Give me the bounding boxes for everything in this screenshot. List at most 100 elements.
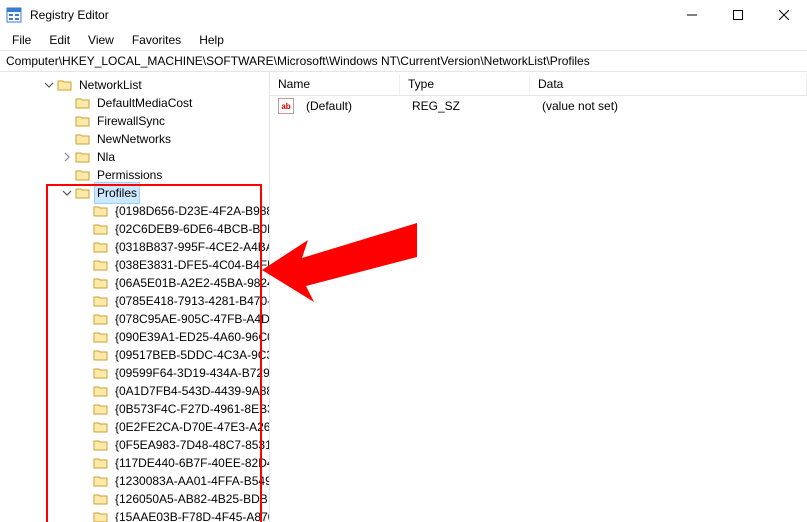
tree-node-networklist[interactable]: NetworkList bbox=[0, 76, 269, 94]
folder-icon bbox=[93, 419, 109, 435]
tree-node-profile[interactable]: {0785E418-7913-4281-B470- bbox=[0, 292, 269, 310]
tree-node-profile[interactable]: {126050A5-AB82-4B25-BDB bbox=[0, 490, 269, 508]
window-controls bbox=[669, 0, 807, 30]
regedit-icon bbox=[6, 7, 22, 23]
menubar: File Edit View Favorites Help bbox=[0, 30, 807, 50]
tree-node-profile[interactable]: {0198D656-D23E-4F2A-B988 bbox=[0, 202, 269, 220]
close-button[interactable] bbox=[761, 0, 807, 30]
menu-favorites[interactable]: Favorites bbox=[124, 31, 189, 49]
window-title: Registry Editor bbox=[30, 8, 669, 22]
registry-tree: NetworkList DefaultMediaCostFirewallSync… bbox=[0, 76, 269, 522]
column-header-name[interactable]: Name bbox=[270, 74, 400, 95]
folder-icon bbox=[93, 473, 109, 489]
tree-label: {090E39A1-ED25-4A60-96C0 bbox=[113, 327, 270, 347]
tree-node-profile[interactable]: {1230083A-AA01-4FFA-B549 bbox=[0, 472, 269, 490]
tree-node-profile[interactable]: {02C6DEB9-6DE6-4BCB-B0D bbox=[0, 220, 269, 238]
folder-icon bbox=[93, 455, 109, 471]
tree-label: {117DE440-6B7F-40EE-82D4 bbox=[113, 453, 270, 473]
tree-node-profile[interactable]: {117DE440-6B7F-40EE-82D4 bbox=[0, 454, 269, 472]
minimize-button[interactable] bbox=[669, 0, 715, 30]
tree-label: NewNetworks bbox=[95, 129, 173, 149]
tree-node-profile[interactable]: {0F5EA983-7D48-48C7-8531 bbox=[0, 436, 269, 454]
tree-label: {06A5E01B-A2E2-45BA-9824 bbox=[113, 273, 270, 293]
tree-pane[interactable]: NetworkList DefaultMediaCostFirewallSync… bbox=[0, 72, 270, 522]
maximize-button[interactable] bbox=[715, 0, 761, 30]
tree-label: NetworkList bbox=[77, 75, 144, 95]
menu-help[interactable]: Help bbox=[191, 31, 232, 49]
tree-node-profile[interactable]: {09599F64-3D19-434A-B729 bbox=[0, 364, 269, 382]
tree-label: {0318B837-995F-4CE2-A4BA bbox=[113, 237, 270, 257]
folder-icon bbox=[93, 365, 109, 381]
menu-edit[interactable]: Edit bbox=[41, 31, 78, 49]
tree-node-profile[interactable]: {038E3831-DFE5-4C04-B4FB bbox=[0, 256, 269, 274]
main-content: NetworkList DefaultMediaCostFirewallSync… bbox=[0, 72, 807, 522]
tree-label: {0B573F4C-F27D-4961-8EB3 bbox=[113, 399, 270, 419]
menu-view[interactable]: View bbox=[80, 31, 122, 49]
tree-node-permissions[interactable]: Permissions bbox=[0, 166, 269, 184]
tree-label: {09517BEB-5DDC-4C3A-9C3 bbox=[113, 345, 270, 365]
tree-node-profile[interactable]: {06A5E01B-A2E2-45BA-9824 bbox=[0, 274, 269, 292]
tree-node-profile[interactable]: {0A1D7FB4-543D-4439-9A88 bbox=[0, 382, 269, 400]
folder-icon bbox=[75, 95, 91, 111]
tree-label: {038E3831-DFE5-4C04-B4FB bbox=[113, 255, 270, 275]
column-header-type[interactable]: Type bbox=[400, 74, 530, 95]
tree-node-profile[interactable]: {0318B837-995F-4CE2-A4BA bbox=[0, 238, 269, 256]
tree-label: {02C6DEB9-6DE6-4BCB-B0D bbox=[113, 219, 270, 239]
chevron-right-icon[interactable] bbox=[60, 150, 74, 164]
tree-node-profile[interactable]: {15AAE03B-F78D-4F45-A870 bbox=[0, 508, 269, 522]
folder-icon bbox=[93, 203, 109, 219]
folder-icon bbox=[93, 383, 109, 399]
tree-node-newnetworks[interactable]: NewNetworks bbox=[0, 130, 269, 148]
cell-type: REG_SZ bbox=[404, 99, 534, 113]
folder-icon bbox=[75, 113, 91, 129]
tree-label: Permissions bbox=[95, 165, 164, 185]
tree-node-profile[interactable]: {0E2FE2CA-D70E-47E3-A261 bbox=[0, 418, 269, 436]
string-value-icon: ab bbox=[278, 98, 294, 114]
tree-label: {0F5EA983-7D48-48C7-8531 bbox=[113, 435, 270, 455]
tree-label: {0785E418-7913-4281-B470- bbox=[113, 291, 270, 311]
titlebar: Registry Editor bbox=[0, 0, 807, 30]
tree-node-profile[interactable]: {078C95AE-905C-47FB-A4D bbox=[0, 310, 269, 328]
chevron-down-icon[interactable] bbox=[42, 78, 56, 92]
tree-label: FirewallSync bbox=[95, 111, 167, 131]
folder-icon bbox=[93, 221, 109, 237]
tree-node-profile[interactable]: {0B573F4C-F27D-4961-8EB3 bbox=[0, 400, 269, 418]
folder-icon bbox=[75, 149, 91, 165]
tree-label: {0E2FE2CA-D70E-47E3-A261 bbox=[113, 417, 270, 437]
folder-icon bbox=[93, 491, 109, 507]
folder-icon bbox=[93, 239, 109, 255]
tree-node-profiles[interactable]: Profiles bbox=[0, 184, 269, 202]
cell-name: (Default) bbox=[298, 99, 404, 113]
column-header-data[interactable]: Data bbox=[530, 74, 807, 95]
tree-label: {0198D656-D23E-4F2A-B988 bbox=[113, 201, 270, 221]
folder-icon bbox=[93, 437, 109, 453]
tree-node-nla[interactable]: Nla bbox=[0, 148, 269, 166]
tree-label: DefaultMediaCost bbox=[95, 93, 194, 113]
folder-icon bbox=[75, 131, 91, 147]
tree-label: {078C95AE-905C-47FB-A4D bbox=[113, 309, 270, 329]
address-bar[interactable]: Computer\HKEY_LOCAL_MACHINE\SOFTWARE\Mic… bbox=[0, 50, 807, 72]
chevron-down-icon[interactable] bbox=[60, 186, 74, 200]
folder-icon bbox=[93, 275, 109, 291]
folder-icon bbox=[93, 311, 109, 327]
tree-label: Profiles bbox=[95, 183, 139, 203]
menu-file[interactable]: File bbox=[4, 31, 39, 49]
folder-icon bbox=[93, 401, 109, 417]
folder-icon bbox=[93, 329, 109, 345]
tree-label: {126050A5-AB82-4B25-BDB bbox=[113, 489, 270, 509]
tree-node-defaultmediacost[interactable]: DefaultMediaCost bbox=[0, 94, 269, 112]
address-text: Computer\HKEY_LOCAL_MACHINE\SOFTWARE\Mic… bbox=[6, 54, 590, 68]
tree-label: Nla bbox=[95, 147, 117, 167]
folder-icon bbox=[93, 257, 109, 273]
tree-label: {09599F64-3D19-434A-B729 bbox=[113, 363, 270, 383]
tree-node-profile[interactable]: {09517BEB-5DDC-4C3A-9C3 bbox=[0, 346, 269, 364]
folder-icon bbox=[75, 185, 91, 201]
cell-data: (value not set) bbox=[534, 99, 807, 113]
tree-node-profile[interactable]: {090E39A1-ED25-4A60-96C0 bbox=[0, 328, 269, 346]
list-pane[interactable]: Name Type Data ab (Default) REG_SZ (valu… bbox=[270, 72, 807, 522]
list-row[interactable]: ab (Default) REG_SZ (value not set) bbox=[270, 96, 807, 116]
tree-label: {0A1D7FB4-543D-4439-9A88 bbox=[113, 381, 270, 401]
folder-open-icon bbox=[57, 77, 73, 93]
list-header: Name Type Data bbox=[270, 74, 807, 96]
tree-node-firewallsync[interactable]: FirewallSync bbox=[0, 112, 269, 130]
